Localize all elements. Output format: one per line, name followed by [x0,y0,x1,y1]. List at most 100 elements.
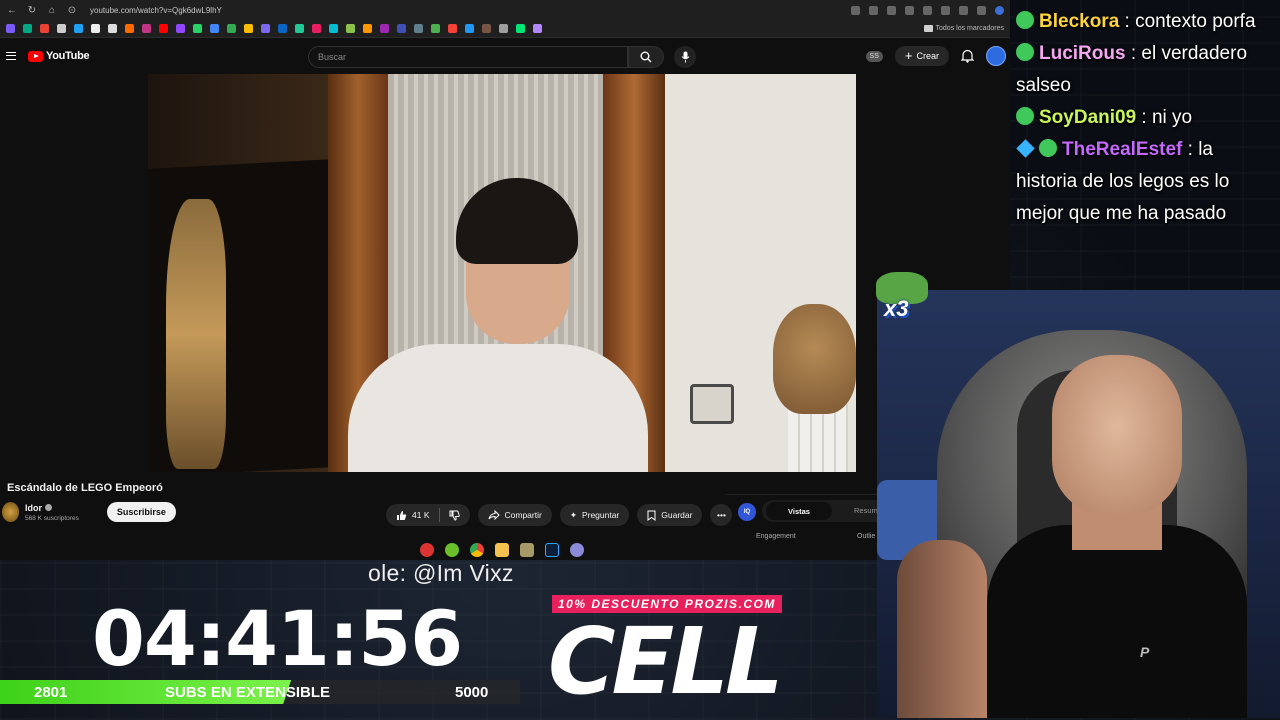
engagement-label: Engagement [756,533,796,540]
bookmark-icon[interactable] [516,24,525,33]
bell-icon[interactable] [961,49,974,63]
bookmark-icon[interactable] [227,24,236,33]
dislike-icon[interactable] [449,510,460,521]
like-separator [438,508,440,522]
folder-icon[interactable] [495,543,509,557]
bookmark-icon[interactable] [363,24,372,33]
user-avatar[interactable] [986,46,1006,66]
extensions-puzzle-icon[interactable] [941,5,950,15]
bookmark-icon[interactable] [40,24,49,33]
translate-icon[interactable] [923,5,932,15]
all-bookmarks-label: Todos los marcadores [935,25,1004,32]
download-icon[interactable] [959,5,968,15]
emote-multiplier: x3 [884,296,909,321]
youtube-logo[interactable]: YouTube [28,50,90,62]
extension-icon[interactable] [905,5,914,15]
voice-search-button[interactable] [674,46,696,68]
channel-avatar[interactable] [2,502,19,522]
like-count[interactable]: 41 K [412,510,430,520]
bookmark-icon[interactable] [346,24,355,33]
webcam-body [987,525,1247,718]
bookmark-icon[interactable] [278,24,287,33]
subscribe-button[interactable]: Suscribirse [106,502,176,522]
subs-goal: 5000 [455,684,489,701]
ss-badge[interactable]: SS [865,50,883,62]
url-field[interactable]: youtube.com/watch?v=Qgk6dwL9lhY [90,6,222,15]
bookmark-icon[interactable] [380,24,389,33]
webcam-arm [897,540,987,718]
tab-summary[interactable]: Resum [854,506,878,515]
bookmark-icon[interactable] [23,24,32,33]
bookmark-icon[interactable] [295,24,304,33]
subscriber-badge-icon [1016,11,1034,29]
bookmark-icon[interactable] [482,24,491,33]
chat-text: : contexto porfa [1119,11,1256,32]
iq-logo[interactable]: IQ [738,503,756,521]
bookmark-icon[interactable] [312,24,321,33]
bookmark-icon[interactable] [448,24,457,33]
star-icon[interactable] [887,5,896,15]
ask-button[interactable]: ✦ Preguntar [559,504,630,526]
youtube-play-icon [28,50,43,62]
zoom-icon[interactable] [851,5,860,15]
bookmark-icon[interactable] [329,24,338,33]
emote-combo: x3 [872,270,934,326]
app-icon[interactable] [520,543,534,557]
search-button[interactable] [628,46,664,68]
bookmark-icon[interactable] [193,24,202,33]
chrome-icon[interactable] [470,543,484,557]
home-icon[interactable]: ⌂ [46,5,58,16]
like-icon[interactable] [396,510,407,521]
bookmark-icon[interactable] [57,24,66,33]
bookmark-icon[interactable] [397,24,406,33]
profile-icon[interactable] [995,5,1004,15]
bookmark-icon[interactable] [244,24,253,33]
chat-username: SoyDani09 [1039,107,1137,128]
video-frame-radiator [788,404,848,472]
subscriber-badge-icon [1039,139,1057,157]
bookmark-icon[interactable] [465,24,474,33]
youtube-logo-text: YouTube [46,50,90,62]
bookmark-icon[interactable] [159,24,168,33]
bookmark-icon[interactable] [176,24,185,33]
all-bookmarks-folder[interactable]: Todos los marcadores [923,25,1004,32]
screenshot-icon[interactable] [869,5,878,15]
tab-views[interactable]: Vistas [766,502,832,520]
bookmark-icon[interactable] [6,24,15,33]
bookmark-icon[interactable] [108,24,117,33]
bookmark-icon[interactable] [499,24,508,33]
channel-name[interactable]: Idor [25,503,42,513]
sidebar-icon[interactable] [977,5,986,15]
create-button[interactable]: + Crear [894,46,949,66]
menu-icon[interactable] [6,52,16,60]
video-frame-switch [690,384,734,424]
address-bar: ← ↻ ⌂ ⊙ youtube.com/watch?v=Qgk6dwL9lhY [0,0,1010,20]
app-icon[interactable] [445,543,459,557]
bookmark-icon[interactable] [125,24,134,33]
video-frame-sculpture [166,199,226,469]
share-button[interactable]: Compartir [477,504,552,526]
app-icon[interactable] [570,543,584,557]
back-icon[interactable]: ← [6,5,18,16]
bookmark-icon[interactable] [142,24,151,33]
bookmark-icon[interactable] [210,24,219,33]
channel-name-row: Idor [25,503,79,513]
share-icon [488,510,500,520]
chat-username: Bleckora [1039,11,1120,32]
video-player[interactable] [148,74,856,472]
bookmark-icon[interactable] [533,24,542,33]
bookmark-icon[interactable] [74,24,83,33]
channel-info: Idor 568 K suscriptores Suscribirse [2,502,176,522]
reload-icon[interactable]: ↻ [26,5,38,16]
bookmark-icon[interactable] [414,24,423,33]
youtube-header: YouTube Buscar SS + Crear [0,38,1010,74]
app-icon[interactable] [420,543,434,557]
site-info-icon[interactable]: ⊙ [66,5,78,16]
photoshop-icon[interactable] [545,543,559,557]
bookmark-icon[interactable] [261,24,270,33]
folder-icon [923,25,933,32]
bookmark-icon[interactable] [431,24,440,33]
bookmark-icon[interactable] [91,24,100,33]
search-input[interactable]: Buscar [308,46,628,68]
save-button[interactable]: Guardar [637,504,703,526]
